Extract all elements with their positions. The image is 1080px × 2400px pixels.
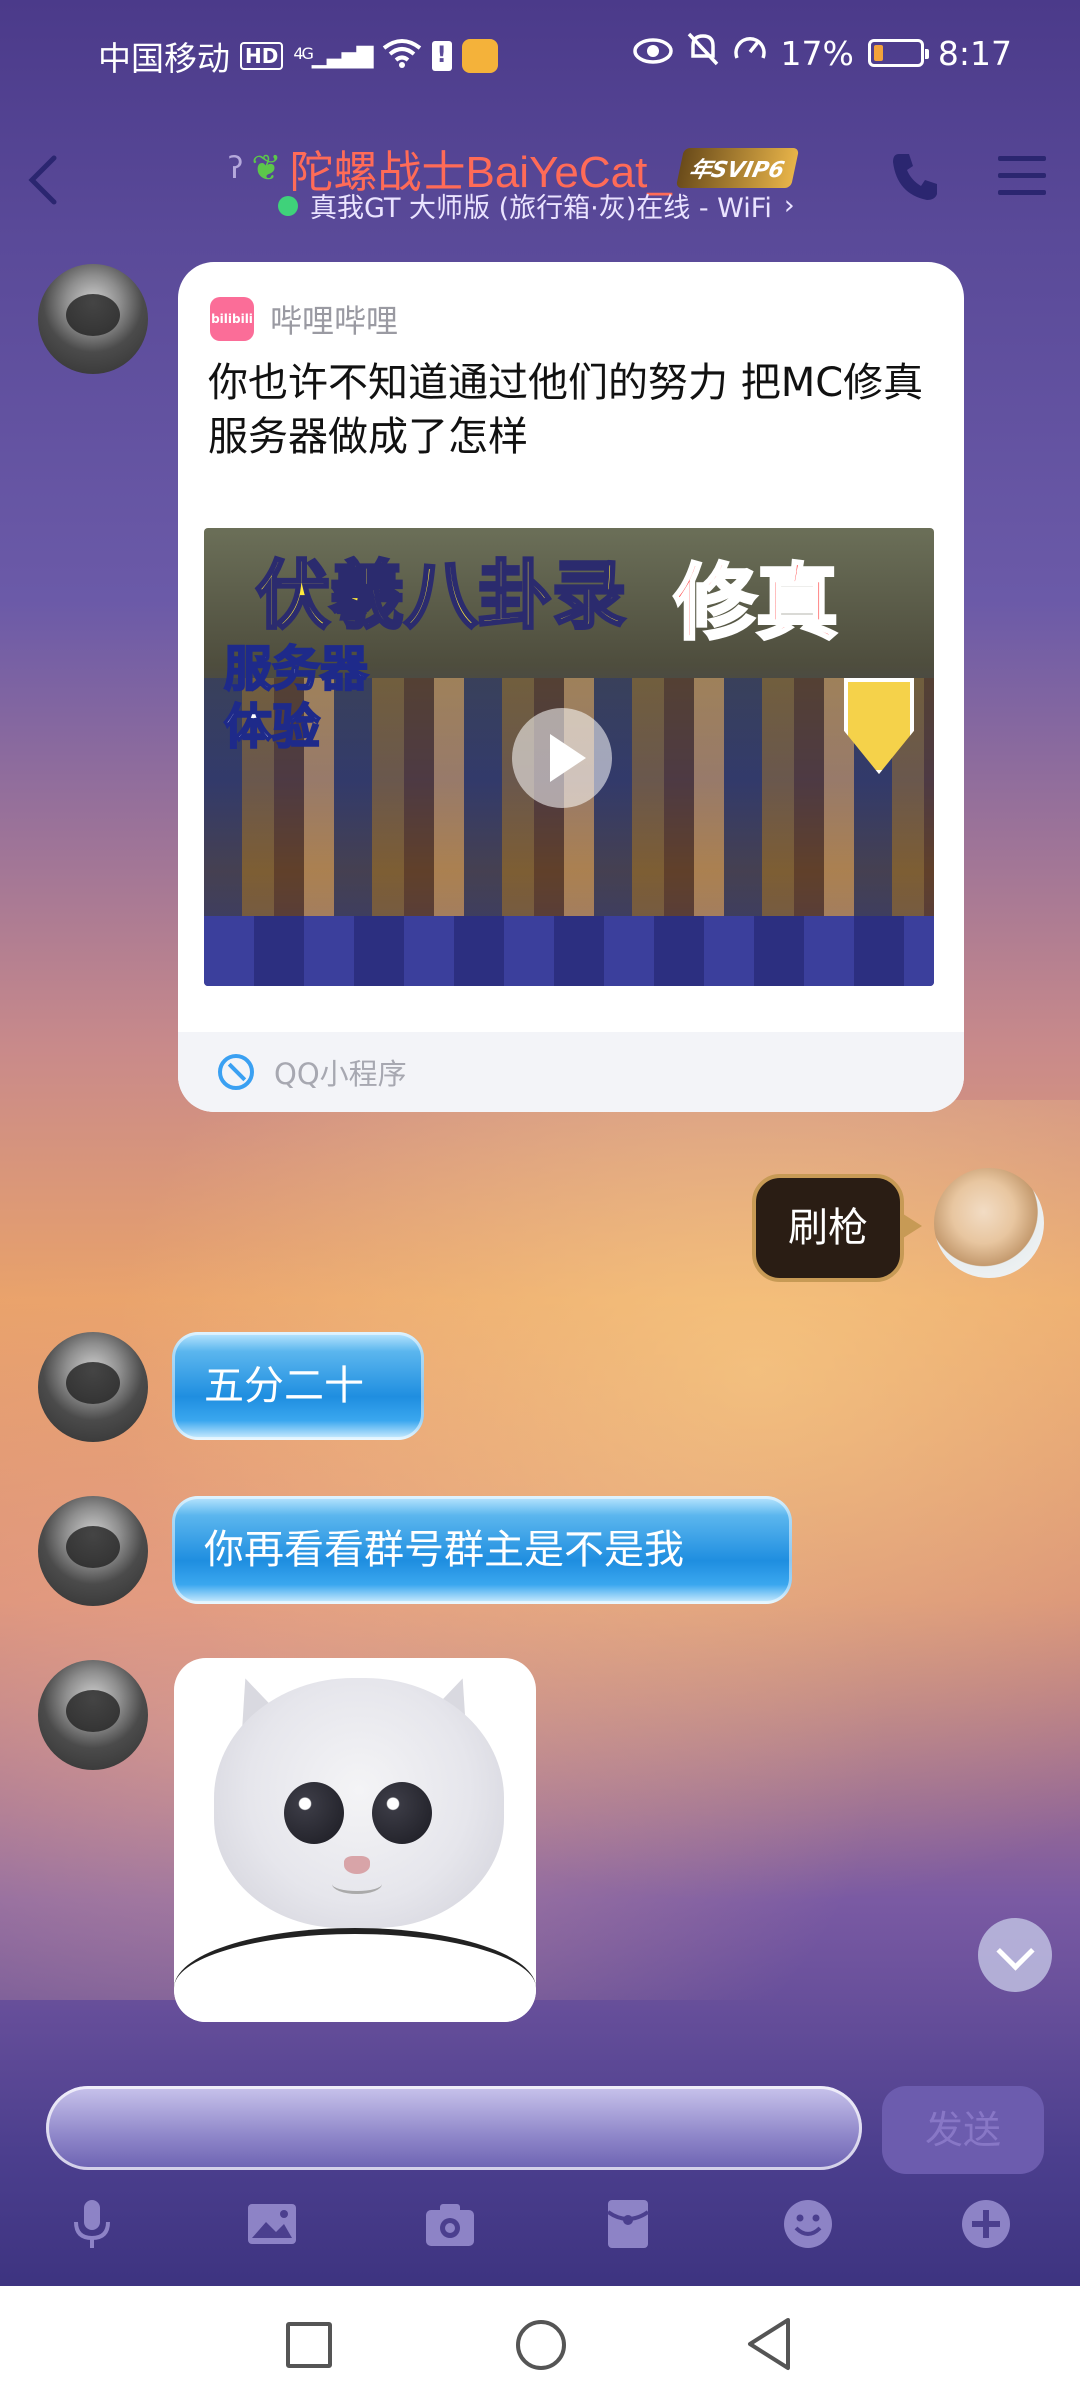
app-notification-icon [461,39,498,73]
clock: 8:17 [937,33,1012,73]
card-title: 你也许不知道通过他们的努力 把MC修真服务器做成了怎样 [208,360,924,460]
mini-program-card[interactable]: bilibili 哔哩哔哩 你也许不知道通过他们的努力 把MC修真服务器做成了怎… [178,262,964,1112]
speed-icon [733,32,767,74]
contact-avatar[interactable] [38,1660,148,1770]
mute-bell-icon [687,32,719,74]
card-source: 哔哩哔哩 [270,302,399,340]
image-icon[interactable] [242,2194,302,2254]
sprout-icon: ❦ [251,147,282,189]
alert-icon: ! [431,41,452,71]
back-nav-button[interactable] [744,2316,794,2372]
contact-avatar[interactable] [38,1496,148,1606]
qq-mini-program-icon [218,1054,254,1090]
contact-avatar[interactable] [38,264,148,374]
mic-icon[interactable] [62,2194,122,2254]
network-type: 4G [293,43,314,63]
wifi-icon [382,37,422,76]
status-bar: 中国移动 HD 4G▁▃▅▇ ! 17% 8:17 [0,0,1080,110]
phone-icon [893,154,937,200]
thumb-highlight-text: 修真 [672,555,839,653]
thumb-title-text: 伏羲八卦录 [255,552,628,641]
emoji-icon[interactable] [778,2194,838,2254]
online-status[interactable]: 真我GT 大师版 (旅行箱·灰)在线 - WiFi › [278,186,795,225]
signal-icon: 4G▁▃▅▇ [293,43,373,69]
chevron-left-icon [28,155,57,205]
system-navigation-bar [0,2286,1080,2400]
hd-icon: HD [240,42,284,70]
home-button[interactable] [516,2320,566,2370]
thumb-subtitle-text: 服务器 体验 [223,640,369,756]
camera-icon[interactable] [420,2194,480,2254]
carrier-label: 中国移动 [98,39,230,78]
card-footer: QQ小程序 [178,1032,964,1112]
send-button[interactable]: 发送 [882,2086,1044,2174]
message-bubble-incoming[interactable]: 你再看看群号群主是不是我 [172,1496,792,1604]
card-footer-label: QQ小程序 [274,1057,407,1091]
chevron-right-icon: › [783,190,795,221]
eye-icon [632,34,673,73]
message-bubble-outgoing[interactable]: 刷枪 [752,1174,922,1282]
bilibili-logo-icon: bilibili [210,297,254,341]
svip-badge: 年SVIP6 [675,148,799,188]
online-dot-icon [278,195,298,216]
hamburger-icon [998,156,1046,195]
message-input[interactable] [46,2086,862,2170]
card-header: bilibili 哔哩哔哩 [210,296,398,342]
battery-percent: 17% [780,33,854,73]
my-avatar[interactable] [934,1168,1044,1278]
device-status-text: 真我GT 大师版 (旅行箱·灰)在线 - WiFi [310,193,772,224]
input-toolbar [0,2194,1080,2290]
plus-icon[interactable] [956,2194,1016,2254]
sticker-cat-image[interactable] [174,1658,536,2022]
video-thumbnail[interactable]: 伏羲八卦录 修真 服务器 体验 [204,528,934,986]
play-icon[interactable] [512,708,612,808]
voice-call-button[interactable] [887,148,945,206]
chat-header: ʔ ❦ 陀螺战士BaiYeCat_ 年SVIP6 真我GT 大师版 (旅行箱·灰… [0,120,1080,240]
back-button[interactable] [18,150,68,210]
scroll-to-bottom-button[interactable] [978,1918,1052,1992]
message-bubble-incoming[interactable]: 五分二十 [172,1332,424,1440]
recents-button[interactable] [286,2322,332,2368]
battery-icon [867,39,929,67]
more-menu-button[interactable] [996,148,1048,204]
red-packet-icon[interactable] [598,2194,658,2254]
contact-avatar[interactable] [38,1332,148,1442]
ear-icon: ʔ [228,150,244,186]
